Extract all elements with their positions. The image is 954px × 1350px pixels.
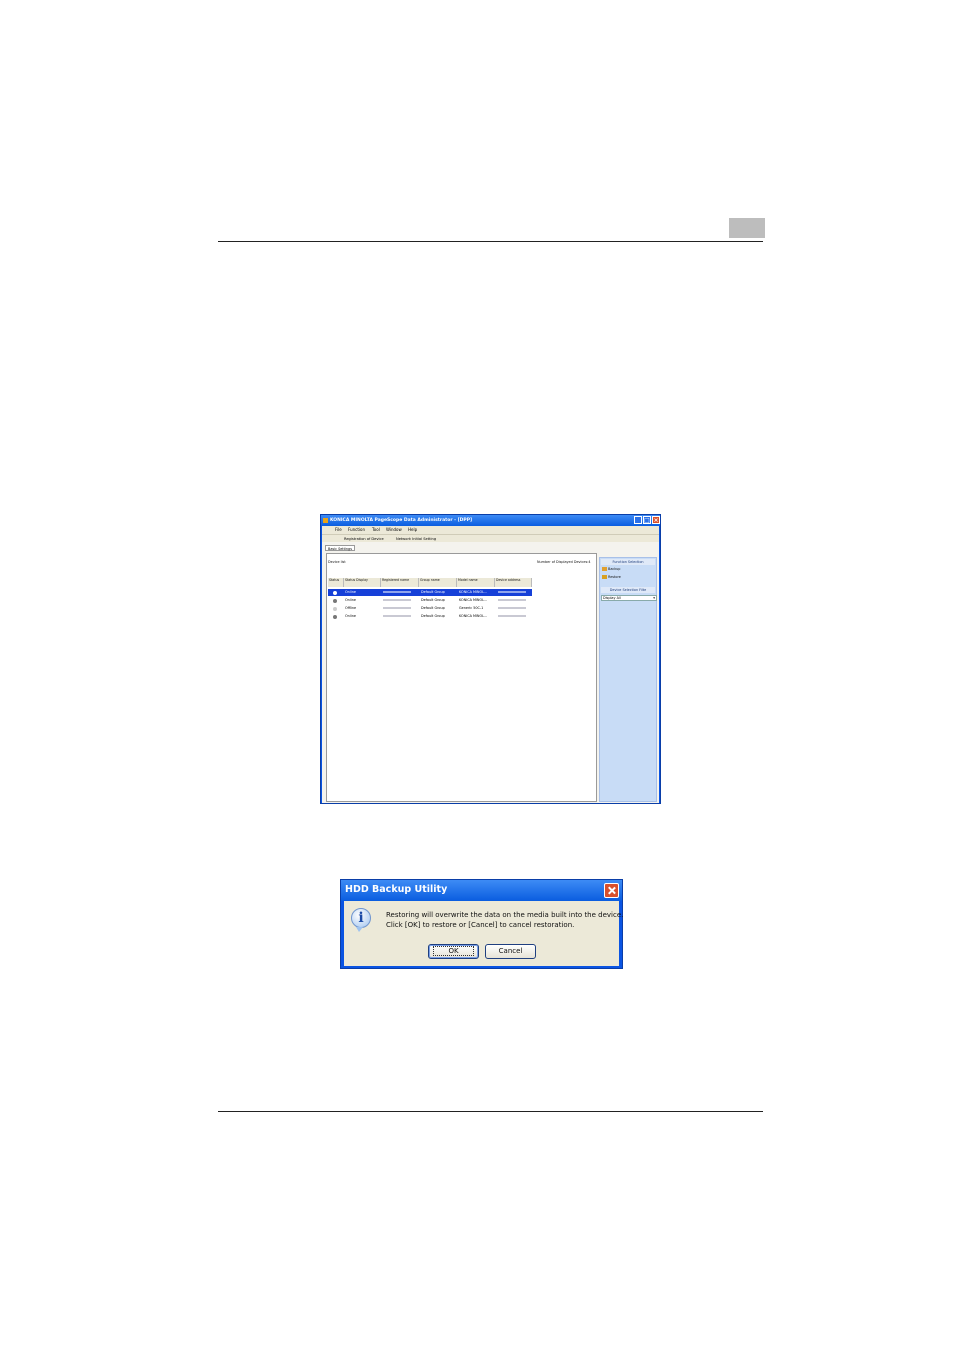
status-display-cell: Online [345, 590, 356, 594]
cancel-button[interactable]: Cancel [485, 944, 536, 959]
status-display-cell: Offline [345, 606, 357, 610]
device-address-redacted [498, 599, 526, 601]
dialog-titlebar: HDD Backup Utility [341, 880, 622, 901]
column-model-name[interactable]: Model name [457, 578, 495, 587]
column-device-address[interactable]: Device address [495, 578, 532, 587]
app-titlebar: KONICA MINOLTA PageScope Data Administra… [321, 515, 660, 526]
backup-item[interactable]: Backup [602, 566, 620, 572]
restore-icon [602, 575, 607, 579]
footer-rule [218, 1111, 763, 1112]
model-name-cell: KONICA MINOL... [459, 614, 488, 618]
registered-name-redacted [383, 599, 411, 601]
column-status-display[interactable]: Status Display [344, 578, 381, 587]
maximize-button[interactable]: □ [643, 516, 651, 524]
minimize-button[interactable]: _ [634, 516, 642, 524]
device-address-redacted [498, 591, 526, 593]
column-registered-name[interactable]: Registered name [381, 578, 419, 587]
device-status-icon [333, 590, 337, 595]
restore-item[interactable]: Restore [602, 574, 621, 580]
group-name-cell: Default Group [421, 598, 445, 602]
group-name-cell: Default Group [421, 614, 445, 618]
info-icon: i [351, 908, 371, 932]
table-row[interactable]: Offline Default Group Generic 50C-1 [328, 605, 532, 612]
chevron-down-icon: ▾ [653, 596, 655, 600]
dialog-message: Restoring will overwrite the data on the… [386, 910, 623, 930]
group-name-cell: Default Group [421, 606, 445, 610]
model-name-cell: KONICA MINOL... [459, 590, 488, 594]
table-row[interactable]: Online Default Group KONICA MINOL... [328, 613, 532, 620]
app-title: KONICA MINOLTA PageScope Data Administra… [330, 518, 473, 523]
function-selection-pane: Function Selection Backup Restore Device… [599, 557, 657, 802]
dialog-message-line-2: Click [OK] to restore or [Cancel] to can… [386, 921, 575, 929]
hdd-backup-dialog: HDD Backup Utility i Restoring will over… [340, 879, 623, 969]
registered-name-redacted [383, 615, 411, 617]
menu-function[interactable]: Function [348, 526, 365, 534]
main-content: Basic Settings Device list Number of Dis… [322, 542, 659, 803]
app-window: KONICA MINOLTA PageScope Data Administra… [320, 514, 661, 804]
device-status-icon [333, 598, 337, 603]
status-display-cell: Online [345, 614, 356, 618]
device-status-icon [333, 614, 337, 619]
device-filter-select[interactable]: Display All ▾ [601, 595, 657, 601]
chapter-tab-marker [729, 218, 765, 238]
column-group-name[interactable]: Group name [419, 578, 457, 587]
model-name-cell: KONICA MINOL... [459, 598, 488, 602]
device-address-redacted [498, 607, 526, 609]
group-name-cell: Default Group [421, 590, 445, 594]
device-selection-filter-header: Device Selection Filte [601, 587, 655, 593]
menu-help[interactable]: Help [408, 526, 417, 534]
dialog-body: i Restoring will overwrite the data on t… [344, 901, 623, 966]
status-display-cell: Online [345, 598, 356, 602]
app-icon [323, 518, 328, 523]
device-address-redacted [498, 615, 526, 617]
table-row[interactable]: Online Default Group KONICA MINOL... [328, 589, 532, 596]
dialog-title: HDD Backup Utility [345, 884, 448, 895]
backup-icon [602, 567, 607, 571]
device-list-panel: Device list Number of Displayed Devices:… [326, 553, 597, 802]
table-row[interactable]: Online Default Group KONICA MINOL... [328, 597, 532, 604]
model-name-cell: Generic 50C-1 [459, 606, 484, 610]
menu-tool[interactable]: Tool [372, 526, 380, 534]
device-status-icon [333, 606, 337, 611]
menu-window[interactable]: Window [386, 526, 402, 534]
menu-bar: File Function Tool Window Help [322, 526, 659, 534]
dialog-close-button[interactable] [604, 883, 619, 898]
ok-button[interactable]: OK [428, 944, 479, 959]
registered-name-redacted [383, 607, 411, 609]
close-button[interactable]: × [652, 516, 660, 524]
dialog-message-line-1: Restoring will overwrite the data on the… [386, 911, 624, 919]
header-rule [218, 241, 763, 242]
registered-name-redacted [383, 591, 411, 593]
function-selection-header: Function Selection [601, 559, 655, 565]
tab-basic-settings[interactable]: Basic Settings [325, 545, 355, 551]
displayed-devices-count: Number of Displayed Devices:4 [537, 560, 591, 564]
device-list-label: Device list [328, 560, 346, 564]
menu-file[interactable]: File [335, 526, 342, 534]
column-status[interactable]: Status [328, 578, 344, 587]
